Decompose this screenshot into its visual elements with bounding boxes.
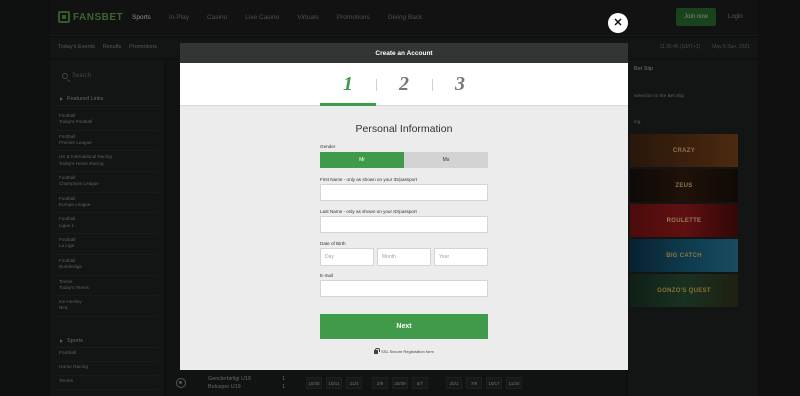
dob-fields bbox=[320, 248, 488, 266]
close-icon[interactable]: ✕ bbox=[608, 13, 628, 33]
secure-note: SSL Secure Registration form bbox=[320, 347, 488, 354]
create-account-modal: Create an Account 1 2 3 Personal Informa… bbox=[180, 43, 628, 370]
dob-month-input[interactable] bbox=[377, 248, 431, 266]
last-name-label: Last Name - only as shown on your ID/pas… bbox=[320, 209, 417, 214]
gender-ms-option[interactable]: Ms bbox=[404, 152, 488, 168]
gender-toggle: Mr Ms bbox=[320, 152, 488, 168]
modal-title: Create an Account bbox=[180, 43, 628, 63]
form-title: Personal Information bbox=[355, 123, 453, 135]
first-name-field[interactable] bbox=[320, 184, 488, 201]
step-1: 1 bbox=[343, 73, 353, 95]
secure-text: SSL Secure Registration form bbox=[381, 348, 434, 354]
dob-year-input[interactable] bbox=[434, 248, 488, 266]
next-button[interactable]: Next bbox=[320, 314, 488, 339]
active-step-underline bbox=[320, 103, 376, 106]
email-label: E-mail bbox=[320, 273, 334, 278]
step-3: 3 bbox=[455, 73, 465, 95]
step-2: 2 bbox=[399, 73, 409, 95]
email-field[interactable] bbox=[320, 280, 488, 297]
first-name-label: First Name - only as shown on your ID/pa… bbox=[320, 177, 418, 182]
dob-day-input[interactable] bbox=[320, 248, 374, 266]
step-indicator: 1 2 3 bbox=[180, 63, 628, 106]
dob-label: Date of Birth bbox=[320, 241, 346, 246]
gender-mr-option[interactable]: Mr bbox=[320, 152, 404, 168]
lock-icon bbox=[374, 347, 380, 354]
last-name-field[interactable] bbox=[320, 216, 488, 233]
gender-label: Gender bbox=[320, 144, 336, 149]
